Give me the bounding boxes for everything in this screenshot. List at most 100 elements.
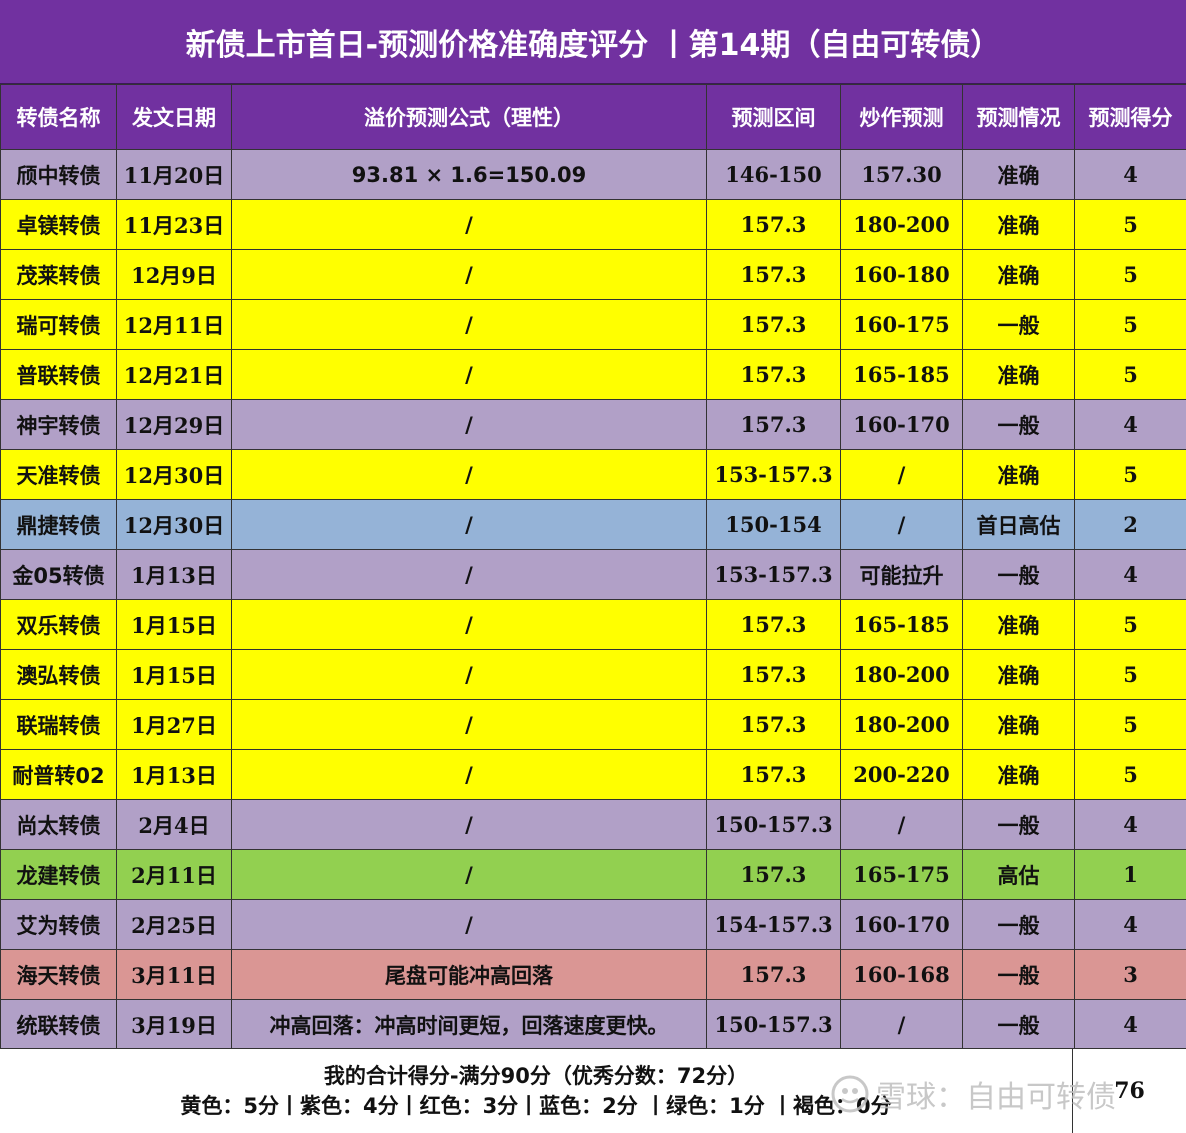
post-date-cell: 2月25日 xyxy=(116,899,232,950)
post-date-cell: 3月19日 xyxy=(116,999,232,1050)
forecast-result-cell: 一般 xyxy=(962,299,1075,350)
forecast-score-cell: 5 xyxy=(1074,649,1186,700)
forecast-range-cell: 157.3 xyxy=(706,299,841,350)
forecast-score-cell: 5 xyxy=(1074,449,1186,500)
table-row: 神宇转债 12月29日/157.3 160-170 一般 4 xyxy=(0,399,1186,450)
table-row: 尚太转债 2月4日/150-157.3/一般 4 xyxy=(0,799,1186,850)
forecast-range-cell: 157.3 xyxy=(706,649,841,700)
bond-name-cell: 海天转债 xyxy=(0,949,117,1000)
forecast-score-cell: 5 xyxy=(1074,249,1186,300)
table-row: 联瑞转债 1月27日/157.3 180-200 准确 5 xyxy=(0,699,1186,750)
post-date-cell: 12月9日 xyxy=(116,249,232,300)
post-date-cell: 2月11日 xyxy=(116,849,232,900)
total-score-caption: 我的合计得分-满分90分（优秀分数：72分） xyxy=(323,1064,749,1088)
formula-cell: / xyxy=(231,249,707,300)
hype-forecast-cell: / xyxy=(840,999,963,1050)
post-date-cell: 2月4日 xyxy=(116,799,232,850)
watermark: 雪球：自由可转债 xyxy=(830,1072,1116,1116)
forecast-range-cell: 157.3 xyxy=(706,699,841,750)
bond-name-cell: 金05转债 xyxy=(0,549,117,600)
post-date-cell: 1月13日 xyxy=(116,549,232,600)
post-date-cell: 1月13日 xyxy=(116,749,232,800)
bond-name-cell: 龙建转债 xyxy=(0,849,117,900)
bond-name-cell: 茂莱转债 xyxy=(0,249,117,300)
hype-forecast-cell: 165-185 xyxy=(840,349,963,400)
bond-name-cell: 天准转债 xyxy=(0,449,117,500)
forecast-result-cell: 准确 xyxy=(962,199,1075,250)
bond-name-cell: 联瑞转债 xyxy=(0,699,117,750)
post-date-cell: 12月11日 xyxy=(116,299,232,350)
hype-forecast-cell: / xyxy=(840,449,963,500)
post-date-cell: 12月30日 xyxy=(116,449,232,500)
bond-name-cell: 艾为转债 xyxy=(0,899,117,950)
forecast-score-cell: 5 xyxy=(1074,699,1186,750)
bond-name-cell: 尚太转债 xyxy=(0,799,117,850)
hype-forecast-cell: 200-220 xyxy=(840,749,963,800)
forecast-score-cell: 2 xyxy=(1074,499,1186,550)
formula-cell: 93.81 × 1.6=150.09 xyxy=(231,149,707,200)
formula-cell: / xyxy=(231,749,707,800)
forecast-result-cell: 一般 xyxy=(962,999,1075,1050)
forecast-result-cell: 一般 xyxy=(962,899,1075,950)
formula-cell: / xyxy=(231,649,707,700)
table-row: 普联转债 12月21日/157.3 165-185 准确 5 xyxy=(0,349,1186,400)
formula-cell: / xyxy=(231,299,707,350)
table-row: 艾为转债 2月25日/154-157.3 160-170 一般 4 xyxy=(0,899,1186,950)
post-date-cell: 12月30日 xyxy=(116,499,232,550)
formula-cell: / xyxy=(231,499,707,550)
bond-name-cell: 澳弘转债 xyxy=(0,649,117,700)
forecast-range-cell: 157.3 xyxy=(706,749,841,800)
table-row: 双乐转债 1月15日/157.3 165-185 准确 5 xyxy=(0,599,1186,650)
header-premium-formula: 溢价预测公式（理性） xyxy=(231,84,707,150)
forecast-range-cell: 157.3 xyxy=(706,249,841,300)
forecast-score-cell: 5 xyxy=(1074,199,1186,250)
forecast-range-cell: 154-157.3 xyxy=(706,899,841,950)
hype-forecast-cell: 180-200 xyxy=(840,199,963,250)
post-date-cell: 1月15日 xyxy=(116,649,232,700)
header-forecast-range: 预测区间 xyxy=(706,84,841,150)
table-row: 耐普转02 1月13日/157.3 200-220 准确 5 xyxy=(0,749,1186,800)
header-row: 转债名称 发文日期 溢价预测公式（理性） 预测区间 炒作预测 预测情况 预测得分 xyxy=(0,84,1186,150)
bond-name-cell: 统联转债 xyxy=(0,999,117,1050)
hype-forecast-cell: 157.30 xyxy=(840,149,963,200)
header-forecast-score: 预测得分 xyxy=(1074,84,1186,150)
table-row: 卓镁转债 11月23日/157.3 180-200 准确 5 xyxy=(0,199,1186,250)
forecast-score-cell: 5 xyxy=(1074,299,1186,350)
formula-cell: / xyxy=(231,799,707,850)
table-row: 茂莱转债 12月9日/157.3 160-180 准确 5 xyxy=(0,249,1186,300)
snowball-logo-icon xyxy=(831,1075,869,1113)
post-date-cell: 11月20日 xyxy=(116,149,232,200)
hype-forecast-cell: 160-170 xyxy=(840,899,963,950)
hype-forecast-cell: / xyxy=(840,799,963,850)
bond-name-cell: 耐普转02 xyxy=(0,749,117,800)
hype-forecast-cell: 可能拉升 xyxy=(840,549,963,600)
forecast-result-cell: 高估 xyxy=(962,849,1075,900)
hype-forecast-cell: 165-185 xyxy=(840,599,963,650)
forecast-result-cell: 首日高估 xyxy=(962,499,1075,550)
forecast-score-cell: 3 xyxy=(1074,949,1186,1000)
bond-name-cell: 颀中转债 xyxy=(0,149,117,200)
forecast-score-cell: 4 xyxy=(1074,399,1186,450)
color-legend: 黄色：5分丨紫色：4分丨红色：3分丨蓝色：2分 丨绿色：1分 丨褐色：0分 xyxy=(180,1094,892,1118)
formula-cell: / xyxy=(231,899,707,950)
forecast-result-cell: 准确 xyxy=(962,249,1075,300)
forecast-range-cell: 150-157.3 xyxy=(706,999,841,1050)
formula-cell: / xyxy=(231,349,707,400)
forecast-result-cell: 一般 xyxy=(962,549,1075,600)
hype-forecast-cell: 160-168 xyxy=(840,949,963,1000)
forecast-range-cell: 157.3 xyxy=(706,199,841,250)
bond-name-cell: 瑞可转债 xyxy=(0,299,117,350)
header-hype-forecast: 炒作预测 xyxy=(840,84,963,150)
formula-cell: / xyxy=(231,599,707,650)
table-row: 海天转债 3月11日 尾盘可能冲高回落 157.3 160-168 一般 3 xyxy=(0,949,1186,1000)
forecast-range-cell: 157.3 xyxy=(706,949,841,1000)
forecast-result-cell: 准确 xyxy=(962,749,1075,800)
hype-forecast-cell: 160-175 xyxy=(840,299,963,350)
post-date-cell: 1月15日 xyxy=(116,599,232,650)
table-row: 颀中转债 11月20日 93.81 × 1.6=150.09 146-150 157.3… xyxy=(0,149,1186,200)
forecast-range-cell: 153-157.3 xyxy=(706,449,841,500)
table-row: 天准转债 12月30日/153-157.3/准确 5 xyxy=(0,449,1186,500)
formula-cell: / xyxy=(231,199,707,250)
bond-name-cell: 双乐转债 xyxy=(0,599,117,650)
hype-forecast-cell: 160-180 xyxy=(840,249,963,300)
